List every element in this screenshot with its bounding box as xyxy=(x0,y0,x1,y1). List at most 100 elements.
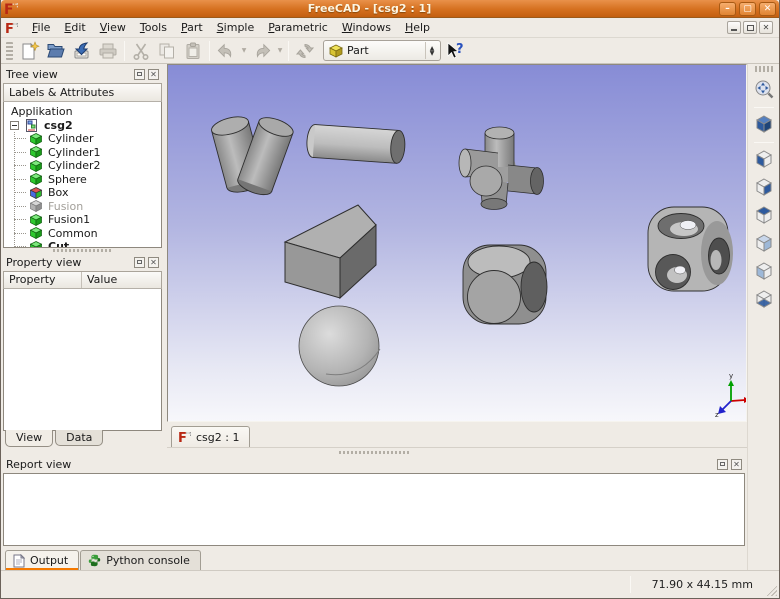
view-bottom-button[interactable] xyxy=(751,287,777,313)
tree-item-common[interactable]: Common xyxy=(6,227,161,241)
workbench-value: Part xyxy=(347,44,421,57)
part-cube-green-icon xyxy=(30,240,43,247)
menu-edit[interactable]: Edit xyxy=(57,19,92,36)
view-left-button[interactable] xyxy=(751,259,777,285)
save-icon xyxy=(72,41,92,61)
tree-item-sphere[interactable]: Sphere xyxy=(6,173,161,187)
undo-arrow-icon xyxy=(217,42,235,60)
view-axonometric-button[interactable] xyxy=(751,112,777,138)
tree-item-fusion[interactable]: Fusion xyxy=(6,200,161,214)
tree-root-application[interactable]: Applikation xyxy=(6,105,161,119)
view-front-button[interactable] xyxy=(751,147,777,173)
3d-viewport-canvas[interactable]: x y z xyxy=(168,65,746,421)
save-document-button[interactable] xyxy=(69,39,95,63)
part-cube-gray-icon xyxy=(30,200,43,213)
tree-expander-icon[interactable] xyxy=(10,121,19,130)
report-view-content[interactable] xyxy=(3,473,745,546)
tree-column-header[interactable]: Labels & Attributes xyxy=(3,83,162,102)
menu-file[interactable]: File xyxy=(25,19,57,36)
tree-view-panel-title: Tree view ✕ xyxy=(3,66,162,83)
property-view-float-button[interactable] xyxy=(134,257,145,268)
report-view-panel: Report view ✕ xyxy=(1,456,747,546)
tab-python-console[interactable]: Python console xyxy=(80,550,201,570)
paste-icon xyxy=(183,41,203,61)
redo-button xyxy=(249,39,275,63)
shape-cylinder2[interactable] xyxy=(306,124,406,164)
cube-rear-face-icon xyxy=(753,232,775,257)
tab-output[interactable]: Output xyxy=(5,550,79,570)
svg-text:F: F xyxy=(4,2,14,16)
shape-common[interactable] xyxy=(463,245,547,324)
workbench-selector[interactable]: Part ▲▼ xyxy=(323,40,441,61)
3d-viewport[interactable]: x y z xyxy=(167,64,747,422)
menu-tools[interactable]: Tools xyxy=(133,19,174,36)
shape-sphere[interactable] xyxy=(299,306,380,386)
tree-item-box[interactable]: Box xyxy=(6,186,161,200)
tab-data[interactable]: Data xyxy=(55,430,103,446)
open-folder-icon xyxy=(46,41,66,61)
tree-view-close-button[interactable]: ✕ xyxy=(148,69,159,80)
close-button[interactable]: ✕ xyxy=(759,2,776,16)
report-view-close-button[interactable]: ✕ xyxy=(731,459,742,470)
view-rear-button[interactable] xyxy=(751,231,777,257)
tree-children: CylinderCylinder1Cylinder2SphereBoxFusio… xyxy=(6,132,161,248)
main-toolbar: ▼▼ Part ▲▼ ? xyxy=(1,38,779,64)
tab-view[interactable]: View xyxy=(5,430,53,447)
tree-item-cylinder[interactable]: Cylinder xyxy=(6,132,161,146)
cube-left-face-icon xyxy=(753,260,775,285)
menu-simple[interactable]: Simple xyxy=(210,19,262,36)
view-right-button[interactable] xyxy=(751,175,777,201)
report-splitter[interactable] xyxy=(1,448,747,456)
titlebar[interactable]: F FreeCAD - [csg2 : 1] – ▢ ✕ xyxy=(1,0,779,18)
new-document-button[interactable] xyxy=(17,39,43,63)
cube-top-face-icon xyxy=(753,204,775,229)
shape-cut[interactable] xyxy=(648,207,733,291)
scissors-icon xyxy=(131,41,151,61)
part-cube-green-icon xyxy=(30,173,43,186)
minimize-button[interactable]: – xyxy=(719,2,736,16)
property-column-header[interactable]: Property xyxy=(4,272,82,288)
axis-y-label: y xyxy=(729,372,733,380)
resize-grip-icon[interactable] xyxy=(764,583,777,596)
view-toolbar-drag-handle[interactable] xyxy=(755,66,773,72)
whats-this-button[interactable]: ? xyxy=(442,39,468,63)
toolbar-drag-handle[interactable] xyxy=(6,42,13,60)
cut-button xyxy=(128,39,154,63)
tree-item-cut[interactable]: Cut xyxy=(6,240,161,248)
property-table-body[interactable] xyxy=(3,289,162,432)
tree-item-fusion1[interactable]: Fusion1 xyxy=(6,213,161,227)
value-column-header[interactable]: Value xyxy=(82,272,161,288)
menu-part[interactable]: Part xyxy=(174,19,210,36)
menu-help[interactable]: Help xyxy=(398,19,437,36)
document-icon xyxy=(26,119,39,132)
menu-windows[interactable]: Windows xyxy=(335,19,398,36)
part-cube-green-icon xyxy=(30,146,43,159)
tree-item-cylinder2[interactable]: Cylinder2 xyxy=(6,159,161,173)
report-view-float-button[interactable] xyxy=(717,459,728,470)
property-view-close-button[interactable]: ✕ xyxy=(148,257,159,268)
statusbar: 71.90 x 44.15 mm xyxy=(1,570,779,598)
menu-view[interactable]: View xyxy=(93,19,133,36)
tree-item-cylinder1[interactable]: Cylinder1 xyxy=(6,146,161,160)
view-top-button[interactable] xyxy=(751,203,777,229)
mdi-tab-csg2[interactable]: F csg2 : 1 xyxy=(171,426,250,447)
tree-view-float-button[interactable] xyxy=(134,69,145,80)
maximize-button[interactable]: ▢ xyxy=(739,2,756,16)
open-document-button[interactable] xyxy=(43,39,69,63)
part-box-icon xyxy=(329,44,343,58)
fit-all-button[interactable] xyxy=(751,77,777,103)
mdi-restore-button[interactable] xyxy=(743,21,757,34)
redo-dropdown-icon: ▼ xyxy=(275,39,285,63)
toolbar-separator xyxy=(288,41,289,61)
mdi-close-button[interactable]: ✕ xyxy=(759,21,773,34)
menu-parametric[interactable]: Parametric xyxy=(261,19,335,36)
tree-item-csg2[interactable]: csg2 xyxy=(6,119,161,133)
property-table-header: Property Value xyxy=(3,271,162,289)
mdi-minimize-button[interactable] xyxy=(727,21,741,34)
report-view-title: Report view xyxy=(6,458,714,471)
toolbar-separator xyxy=(124,41,125,61)
view-toolbar xyxy=(747,64,779,570)
whats-this-icon: ? xyxy=(445,41,465,61)
combo-spinner-icon[interactable]: ▲▼ xyxy=(425,42,438,59)
python-icon xyxy=(88,554,101,567)
